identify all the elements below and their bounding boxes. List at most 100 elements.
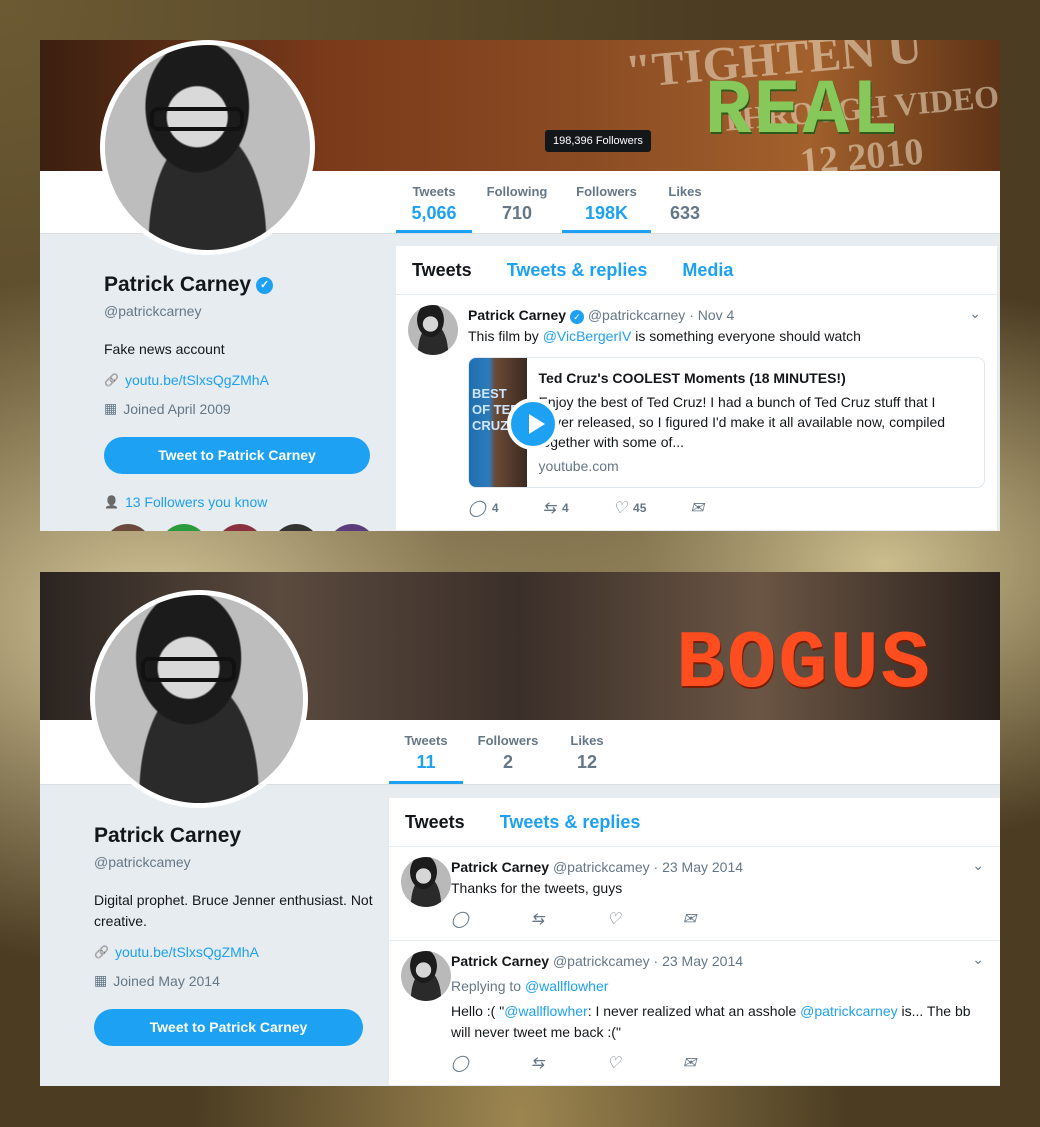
follower-avatar[interactable] bbox=[160, 524, 208, 531]
envelope-icon: ✉ bbox=[682, 911, 697, 928]
dm-button[interactable]: ✉ bbox=[683, 1053, 696, 1074]
reply-button[interactable]: ◯ 4 bbox=[468, 498, 499, 519]
like-button[interactable]: ♡ bbox=[606, 1053, 620, 1074]
link-icon: 🔗 bbox=[94, 945, 109, 959]
tweet-date[interactable]: · Nov 4 bbox=[689, 307, 734, 323]
followers-tooltip: 198,396 Followers bbox=[545, 130, 651, 152]
tweet-actions: ◯ ⇆ ♡ ✉ bbox=[451, 909, 984, 930]
tweet-avatar[interactable] bbox=[401, 857, 451, 907]
mention-link[interactable]: @wallflowher bbox=[504, 1003, 587, 1019]
tweet-date[interactable]: · 23 May 2014 bbox=[654, 859, 744, 875]
replying-to: Replying to @wallflowher bbox=[451, 976, 984, 997]
profile-joined: Joined April 2009 bbox=[123, 400, 231, 417]
card-thumbnail: BEST OF TED CRUZ bbox=[469, 358, 559, 487]
tweet-text-part: is something everyone should watch bbox=[631, 328, 861, 344]
stat-tweets[interactable]: Tweets 5,066 bbox=[396, 171, 472, 233]
tweet-date[interactable]: · 23 May 2014 bbox=[654, 953, 744, 969]
tab-tweets[interactable]: Tweets bbox=[405, 812, 465, 833]
tweet-to-button[interactable]: Tweet to Patrick Carney bbox=[104, 437, 370, 474]
tweet-author-handle[interactable]: @patrickcamey bbox=[553, 859, 650, 875]
tweet[interactable]: ⌄ Patrick Carney @patrickcamey · 23 May … bbox=[389, 941, 1000, 1086]
stat-likes[interactable]: Likes 12 bbox=[562, 720, 612, 784]
profile-handle[interactable]: @patrickcamey bbox=[94, 854, 374, 870]
profile-avatar[interactable] bbox=[100, 40, 315, 255]
like-button[interactable]: ♡ 45 bbox=[613, 498, 647, 519]
tweet[interactable]: ⌄ Patrick Carney ✓ @patrickcarney · Nov … bbox=[396, 295, 997, 531]
tab-tweets-replies[interactable]: Tweets & replies bbox=[507, 260, 648, 281]
tweet-avatar[interactable] bbox=[401, 951, 451, 1001]
tweet-body: Patrick Carney @patrickcamey · 23 May 20… bbox=[451, 857, 984, 930]
mention-link[interactable]: @patrickcarney bbox=[800, 1003, 897, 1019]
timeline-tabs: Tweets Tweets & replies Media bbox=[396, 246, 997, 295]
retweet-button[interactable]: ⇆ 4 bbox=[543, 498, 569, 519]
tweet-to-button[interactable]: Tweet to Patrick Carney bbox=[94, 1009, 363, 1046]
tweet-author-name[interactable]: Patrick Carney bbox=[451, 859, 549, 875]
dm-button[interactable]: ✉ bbox=[683, 909, 696, 930]
tweet-author-name[interactable]: Patrick Carney bbox=[468, 307, 566, 323]
profile-joined: Joined May 2014 bbox=[113, 972, 220, 989]
card-domain: youtube.com bbox=[538, 458, 619, 474]
profile-joined-row: ▦ Joined May 2014 bbox=[94, 972, 374, 989]
profile-link[interactable]: youtu.be/tSlxsQgZMhA bbox=[115, 944, 259, 960]
stat-likes[interactable]: Likes 633 bbox=[660, 171, 710, 233]
tweet-body: Patrick Carney ✓ @patrickcarney · Nov 4 … bbox=[468, 305, 985, 519]
bogus-stamp: BOGUS bbox=[675, 618, 932, 711]
tab-tweets[interactable]: Tweets bbox=[412, 260, 472, 281]
like-button[interactable]: ♡ bbox=[606, 909, 620, 930]
profile-bio: Digital prophet. Bruce Jenner enthusiast… bbox=[94, 892, 373, 929]
retweet-button[interactable]: ⇆ bbox=[531, 909, 544, 930]
profile-link-row: 🔗 youtu.be/tSlxsQgZMhA bbox=[104, 372, 376, 388]
verified-icon: ✓ bbox=[569, 310, 584, 324]
mention-link[interactable]: @VicBergerIV bbox=[543, 328, 632, 344]
tweet-author-name[interactable]: Patrick Carney bbox=[451, 953, 549, 969]
followers-you-know[interactable]: 👤 13 Followers you know bbox=[104, 494, 376, 510]
stat-label: Likes bbox=[668, 184, 702, 199]
follower-avatar[interactable] bbox=[328, 524, 376, 531]
link-card[interactable]: BEST OF TED CRUZ Ted Cruz's COOLEST Mome… bbox=[468, 357, 985, 488]
stat-value: 710 bbox=[501, 203, 533, 223]
replying-to-label: Replying to bbox=[451, 978, 525, 994]
reply-button[interactable]: ◯ bbox=[451, 909, 469, 930]
tweet[interactable]: ⌄ Patrick Carney @patrickcamey · 23 May … bbox=[389, 847, 1000, 941]
tweet-header: Patrick Carney ✓ @patrickcarney · Nov 4 bbox=[468, 305, 981, 326]
follower-avatar[interactable] bbox=[272, 524, 320, 531]
card-text: Ted Cruz's COOLEST Moments (18 MINUTES!)… bbox=[527, 358, 984, 487]
stat-following[interactable]: Following 710 bbox=[480, 171, 554, 233]
tweet-actions: ◯ 4 ⇆ 4 ♡ 45 ✉ bbox=[468, 498, 981, 519]
tweet-actions: ◯ ⇆ ♡ ✉ bbox=[451, 1053, 984, 1074]
tweet-author-handle[interactable]: @patrickcarney bbox=[588, 307, 685, 323]
stat-followers[interactable]: Followers 198K bbox=[562, 171, 651, 233]
stat-followers[interactable]: Followers 2 bbox=[474, 720, 542, 784]
stat-label: Following bbox=[486, 184, 548, 199]
retweet-button[interactable]: ⇆ bbox=[531, 1053, 544, 1074]
dm-button[interactable]: ✉ bbox=[690, 498, 703, 519]
glasses-graphic bbox=[150, 106, 245, 132]
profile-avatar[interactable] bbox=[90, 590, 308, 808]
real-profile-panel: "TIGHTEN U THROUGH VIDEO 12 2010 REAL 19… bbox=[40, 40, 1000, 531]
profile-name: Patrick Carney bbox=[94, 824, 242, 847]
tab-media[interactable]: Media bbox=[682, 260, 733, 281]
follower-avatar[interactable] bbox=[104, 524, 152, 531]
reply-button[interactable]: ◯ bbox=[451, 1053, 469, 1074]
tweet-text: Hello :( "@wallflowher: I never realized… bbox=[451, 1001, 984, 1043]
tweet-text: This film by @VicBergerIV is something e… bbox=[468, 326, 981, 347]
stat-value: 11 bbox=[416, 752, 436, 772]
tab-tweets-replies[interactable]: Tweets & replies bbox=[500, 812, 641, 833]
mention-link[interactable]: @wallflowher bbox=[525, 978, 608, 994]
follower-avatar[interactable] bbox=[216, 524, 264, 531]
profile-link[interactable]: youtu.be/tSlxsQgZMhA bbox=[125, 372, 269, 388]
stat-tweets[interactable]: Tweets 11 bbox=[389, 720, 463, 784]
stat-label: Tweets bbox=[412, 184, 456, 199]
retweet-count: 4 bbox=[562, 501, 569, 515]
tweet-avatar[interactable] bbox=[408, 305, 458, 355]
stat-label: Followers bbox=[576, 184, 637, 199]
reply-count: 4 bbox=[491, 501, 499, 515]
tweet-author-handle[interactable]: @patrickcamey bbox=[553, 953, 650, 969]
heart-icon: ♡ bbox=[606, 911, 621, 928]
calendar-icon: ▦ bbox=[94, 972, 108, 988]
tweet-header: Patrick Carney @patrickcamey · 23 May 20… bbox=[451, 951, 984, 972]
profile-name-row: Patrick Carney bbox=[94, 824, 374, 848]
real-stamp: REAL bbox=[704, 68, 900, 156]
profile-handle[interactable]: @patrickcarney bbox=[104, 303, 376, 319]
play-icon[interactable] bbox=[507, 398, 559, 450]
